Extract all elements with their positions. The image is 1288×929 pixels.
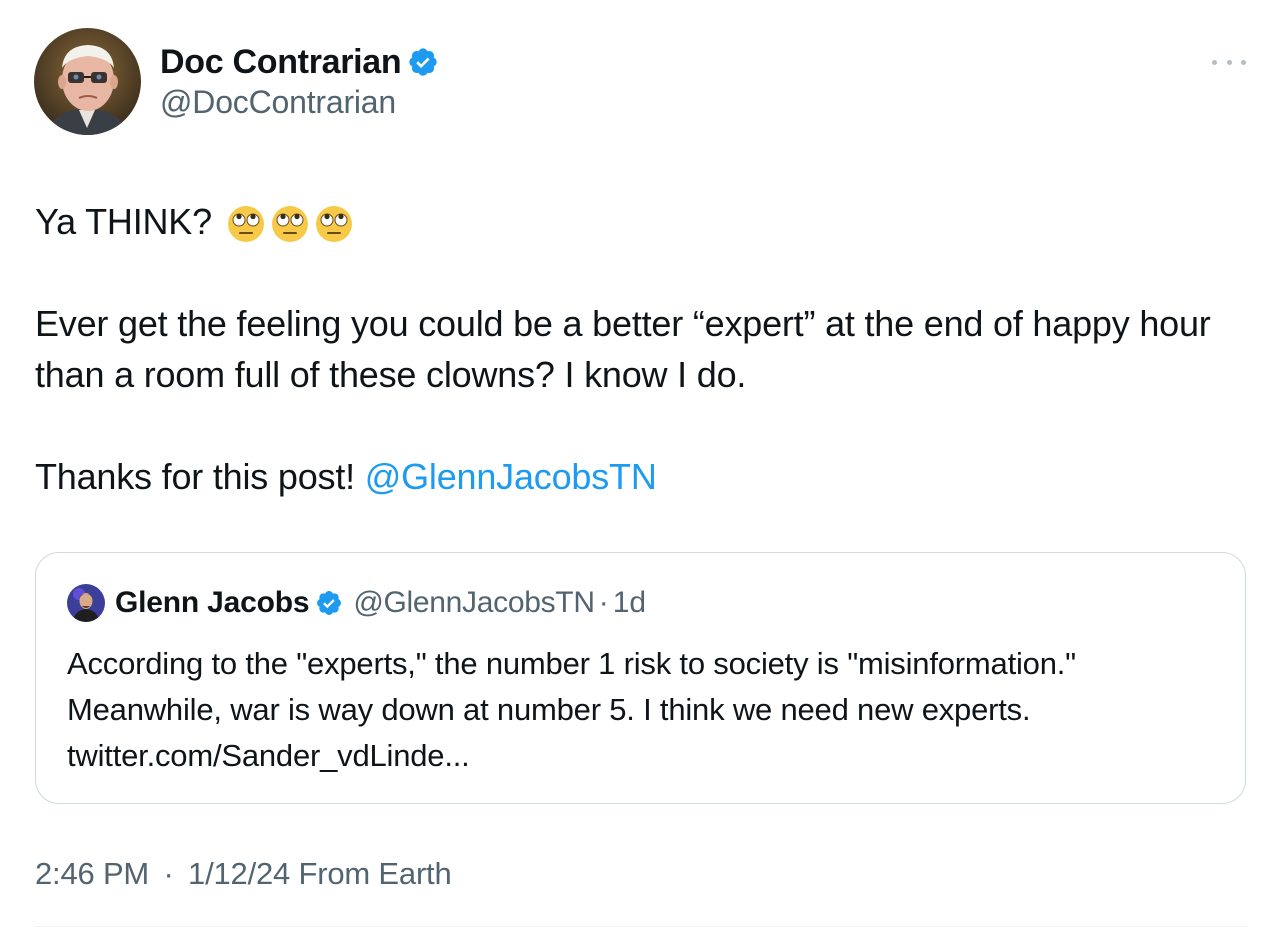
tweet-meta: 2:46 PM · 1/12/24 From Earth [35, 856, 452, 892]
quoted-link[interactable]: twitter.com/Sander_vdLinde... [67, 733, 1227, 779]
author-display-name[interactable]: Doc Contrarian [160, 43, 402, 82]
tweet-line-1: Ya THINK? [35, 196, 1255, 247]
verified-badge-icon[interactable] [407, 46, 439, 78]
quoted-line-1: According to the "experts," the number 1… [67, 646, 1076, 681]
quoted-tweet-card[interactable]: Glenn Jacobs @GlennJacobsTN · 1d Accordi… [35, 552, 1246, 804]
tweet-date[interactable]: 1/12/24 [188, 856, 290, 891]
mention-link[interactable]: @GlennJacobsTN [365, 456, 657, 497]
tweet-line-3: Thanks for this post! @GlennJacobsTN [35, 451, 1255, 502]
quoted-author-avatar[interactable] [67, 584, 105, 622]
tweet-detail: Doc Contrarian @DocContrarian Ya THINK? [0, 0, 1288, 929]
quoted-line-2: Meanwhile, war is way down at number 5. … [67, 692, 1031, 727]
tweet-text: Ya THINK? Ever get the feeling you could… [35, 196, 1255, 502]
author-name-row: Doc Contrarian [160, 42, 439, 82]
quoted-timestamp[interactable]: 1d [613, 586, 646, 620]
more-dot [1241, 59, 1246, 65]
verified-badge-icon [315, 589, 343, 617]
quoted-tweet-header: Glenn Jacobs @GlennJacobsTN · 1d [67, 583, 646, 623]
more-dot [1212, 59, 1217, 65]
face-with-rolling-eyes-icon [227, 206, 264, 243]
tweet-line-2: Ever get the feeling you could be a bett… [35, 303, 1211, 395]
emoji-group [226, 204, 358, 244]
author-handle[interactable]: @DocContrarian [160, 84, 439, 121]
meta-separator: · [163, 856, 174, 891]
face-with-rolling-eyes-icon [271, 206, 308, 243]
tweet-line-1-text: Ya THINK? [35, 201, 212, 242]
quoted-separator: · [598, 586, 609, 619]
author-names: Doc Contrarian @DocContrarian [160, 42, 439, 121]
quoted-tweet-text: According to the "experts," the number 1… [67, 641, 1227, 779]
author-avatar[interactable] [34, 28, 141, 135]
face-with-rolling-eyes-icon [315, 206, 352, 243]
tweet-line-3-text: Thanks for this post! [35, 456, 355, 497]
quoted-author-display-name[interactable]: Glenn Jacobs [115, 586, 310, 620]
tweet-source: From Earth [298, 856, 452, 891]
profile-photo-icon [67, 584, 105, 622]
quoted-author-handle[interactable]: @GlennJacobsTN [353, 586, 595, 620]
more-options-icon[interactable] [1212, 50, 1246, 74]
divider [35, 926, 1248, 927]
more-dot [1226, 59, 1232, 65]
profile-photo-icon [34, 28, 141, 135]
tweet-header: Doc Contrarian @DocContrarian [34, 28, 439, 135]
tweet-time[interactable]: 2:46 PM [35, 856, 149, 891]
